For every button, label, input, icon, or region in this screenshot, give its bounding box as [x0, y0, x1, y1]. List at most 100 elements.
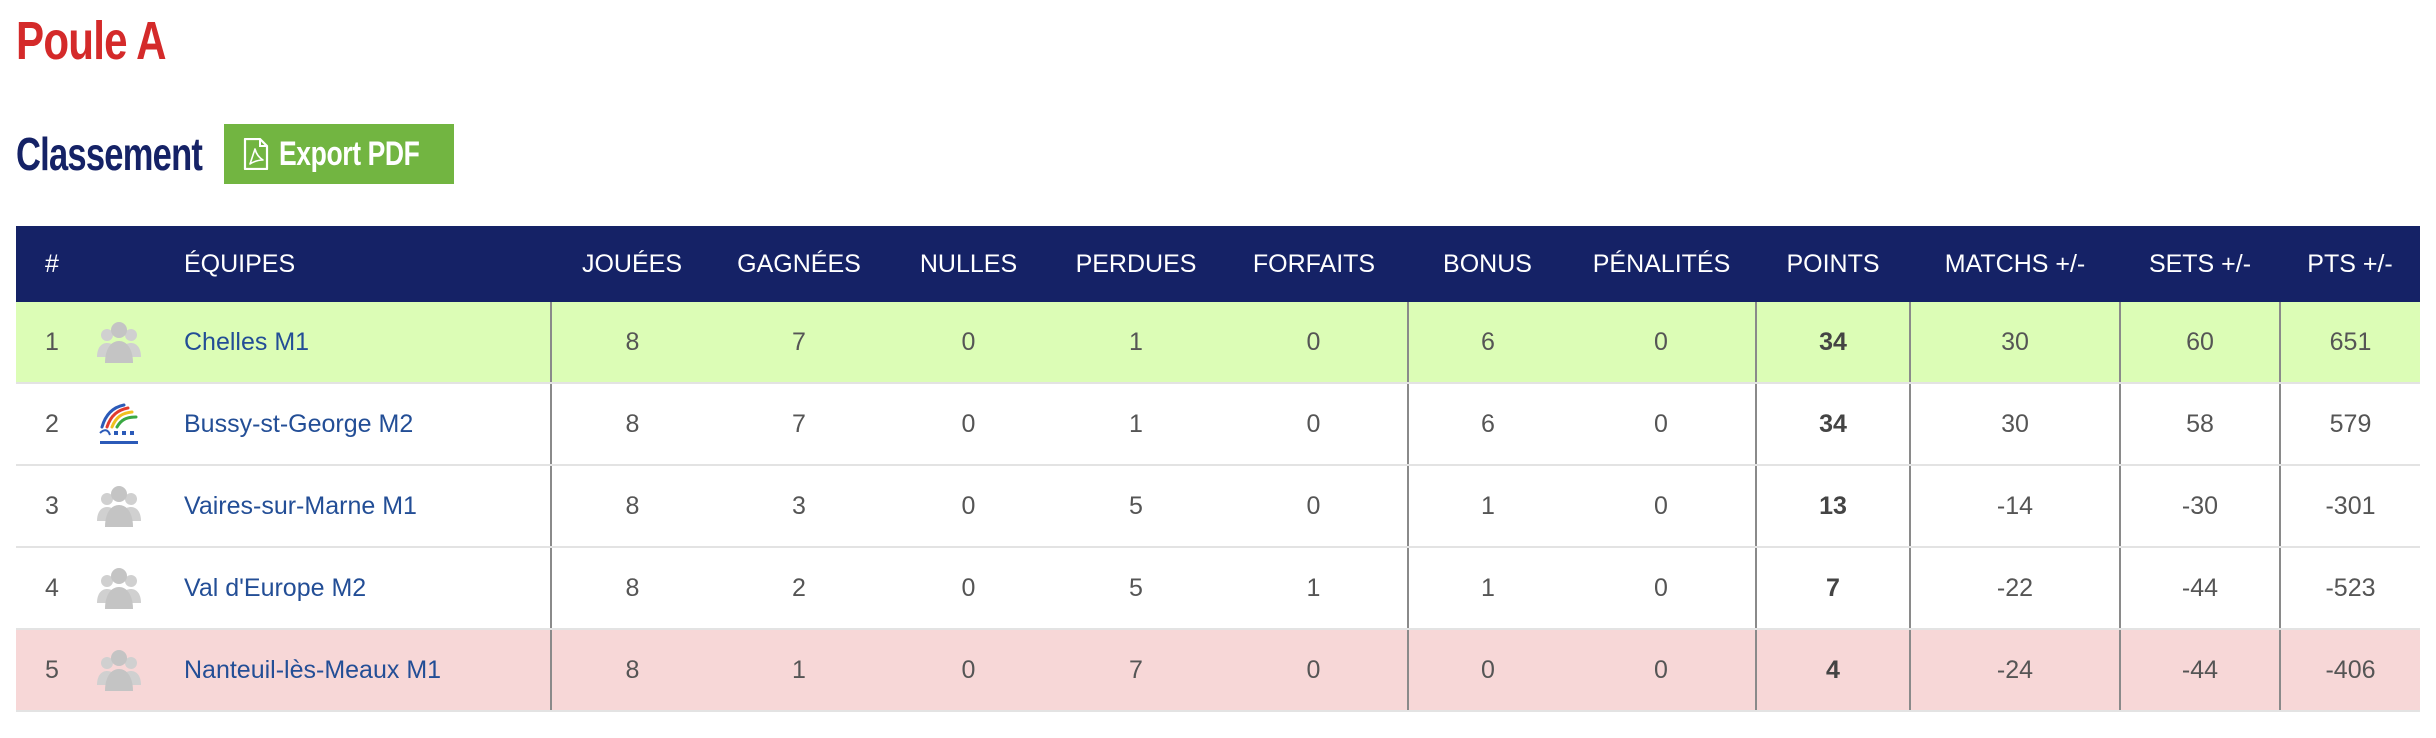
matches-diff-cell: 30: [1909, 383, 2120, 466]
won-cell: 3: [713, 465, 885, 548]
team-link[interactable]: Nanteuil-lès-Meaux M1: [184, 656, 441, 684]
table-row: 1 Chelles M1 8 7 0 1 0 6 0 34 30 60 651: [16, 302, 2420, 384]
sets-diff-cell: 58: [2119, 383, 2280, 466]
table-row: 5 Nanteuil-lès-Meaux M1 8 1 0 7 0 0 0 4 …: [16, 629, 2420, 712]
lost-cell: 7: [1052, 629, 1220, 712]
points-cell: 4: [1755, 629, 1910, 712]
team-name-cell: Nanteuil-lès-Meaux M1: [184, 629, 551, 712]
penalties-cell: 0: [1567, 302, 1756, 384]
lost-cell: 1: [1052, 302, 1220, 384]
rank-cell: 1: [16, 302, 88, 384]
team-logo-cell: [88, 383, 184, 466]
col-header-forfeits: FORFAITS: [1220, 226, 1408, 302]
table-row: 4 Val d'Europe M2 8 2 0 5 1 1 0 7 -22 -4…: [16, 547, 2420, 630]
pts-diff-cell: 651: [2279, 302, 2420, 384]
won-cell: 2: [713, 547, 885, 630]
matches-diff-cell: -24: [1909, 629, 2120, 712]
team-link[interactable]: Val d'Europe M2: [184, 574, 366, 602]
forfeits-cell: 0: [1220, 383, 1408, 466]
rank-cell: 5: [16, 629, 88, 712]
penalties-cell: 0: [1567, 383, 1756, 466]
team-logo-cell: [88, 465, 184, 548]
draws-cell: 0: [885, 629, 1052, 712]
team-link[interactable]: Chelles M1: [184, 328, 309, 356]
bonus-cell: 1: [1407, 547, 1567, 630]
forfeits-cell: 0: [1220, 629, 1408, 712]
sets-diff-cell: 60: [2119, 302, 2280, 384]
group-placeholder-icon: [97, 568, 141, 609]
table-row: 3 Vaires-sur-Marne M1 8 3 0 5 0 1 0 13 -…: [16, 465, 2420, 548]
team-link[interactable]: Vaires-sur-Marne M1: [184, 492, 417, 520]
matches-diff-cell: -22: [1909, 547, 2120, 630]
team-name-cell: Val d'Europe M2: [184, 547, 551, 630]
matches-diff-cell: -14: [1909, 465, 2120, 548]
played-cell: 8: [550, 302, 713, 384]
pts-diff-cell: -301: [2279, 465, 2420, 548]
draws-cell: 0: [885, 302, 1052, 384]
draws-cell: 0: [885, 383, 1052, 466]
team-link[interactable]: Bussy-st-George M2: [184, 410, 413, 438]
pool-title: Poule A: [16, 11, 167, 71]
table-row: 2 Bussy-st-George M2 8 7 0 1 0 6 0 34 30…: [16, 383, 2420, 466]
points-cell: 34: [1755, 383, 1910, 466]
rank-cell: 4: [16, 547, 88, 630]
pdf-file-icon: [243, 138, 269, 170]
group-placeholder-icon: [97, 322, 141, 363]
bonus-cell: 6: [1407, 383, 1567, 466]
col-header-sets-diff: SETS +/-: [2120, 226, 2280, 302]
points-cell: 34: [1755, 302, 1910, 384]
export-pdf-label: Export PDF: [278, 134, 420, 173]
col-header-bonus: BONUS: [1408, 226, 1567, 302]
col-header-rank: #: [16, 226, 88, 302]
pts-diff-cell: -406: [2279, 629, 2420, 712]
forfeits-cell: 0: [1220, 302, 1408, 384]
rank-cell: 2: [16, 383, 88, 466]
group-placeholder-icon: [97, 486, 141, 527]
forfeits-cell: 0: [1220, 465, 1408, 548]
col-header-team: ÉQUIPES: [184, 226, 551, 302]
col-header-draws: NULLES: [885, 226, 1052, 302]
col-header-matches-diff: MATCHS +/-: [1910, 226, 2120, 302]
team-name-cell: Chelles M1: [184, 302, 551, 384]
matches-diff-cell: 30: [1909, 302, 2120, 384]
col-header-played: JOUÉES: [551, 226, 713, 302]
section-title: Classement: [16, 128, 203, 180]
draws-cell: 0: [885, 465, 1052, 548]
sets-diff-cell: -44: [2119, 629, 2280, 712]
penalties-cell: 0: [1567, 547, 1756, 630]
bonus-cell: 6: [1407, 302, 1567, 384]
forfeits-cell: 1: [1220, 547, 1408, 630]
penalties-cell: 0: [1567, 629, 1756, 712]
played-cell: 8: [550, 383, 713, 466]
lost-cell: 5: [1052, 547, 1220, 630]
bonus-cell: 1: [1407, 465, 1567, 548]
points-cell: 7: [1755, 547, 1910, 630]
points-cell: 13: [1755, 465, 1910, 548]
rank-cell: 3: [16, 465, 88, 548]
export-pdf-button[interactable]: Export PDF: [224, 124, 454, 184]
sets-diff-cell: -44: [2119, 547, 2280, 630]
penalties-cell: 0: [1567, 465, 1756, 548]
won-cell: 1: [713, 629, 885, 712]
lost-cell: 1: [1052, 383, 1220, 466]
team-logo-cell: [88, 302, 184, 384]
col-header-logo: [88, 226, 184, 302]
team-name-cell: Bussy-st-George M2: [184, 383, 551, 466]
col-header-pts-diff: PTS +/-: [2280, 226, 2420, 302]
bsg-badminton-logo: [99, 403, 138, 444]
sets-diff-cell: -30: [2119, 465, 2280, 548]
table-header-row: # ÉQUIPES JOUÉES GAGNÉES NULLES PERDUES …: [16, 226, 2420, 302]
won-cell: 7: [713, 302, 885, 384]
pts-diff-cell: -523: [2279, 547, 2420, 630]
pts-diff-cell: 579: [2279, 383, 2420, 466]
team-logo-cell: [88, 547, 184, 630]
bonus-cell: 0: [1407, 629, 1567, 712]
group-placeholder-icon: [97, 650, 141, 691]
standings-table: # ÉQUIPES JOUÉES GAGNÉES NULLES PERDUES …: [16, 226, 2420, 712]
team-name-cell: Vaires-sur-Marne M1: [184, 465, 551, 548]
played-cell: 8: [550, 547, 713, 630]
col-header-penalties: PÉNALITÉS: [1567, 226, 1756, 302]
played-cell: 8: [550, 629, 713, 712]
col-header-won: GAGNÉES: [713, 226, 885, 302]
col-header-lost: PERDUES: [1052, 226, 1220, 302]
